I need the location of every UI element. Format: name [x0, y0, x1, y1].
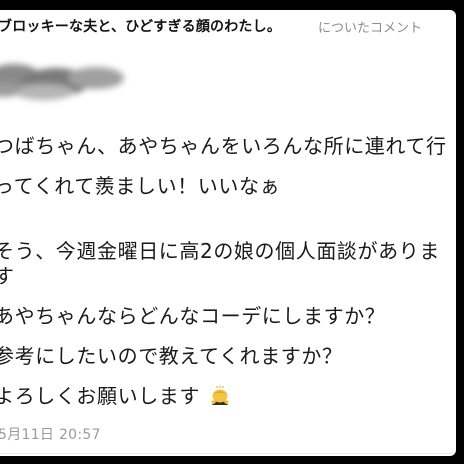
- comment-line: 参考にしたいので教えてくれますか？: [0, 344, 343, 368]
- comment-header: ブロッキーな夫と、ひどすぎる顔のわたし。 についたコメント: [0, 10, 456, 46]
- comment-line: ってくれて羨ましい！いいなぁ: [0, 174, 281, 198]
- comment-card: ブロッキーな夫と、ひどすぎる顔のわたし。 についたコメント つばちゃん、あやちゃ…: [0, 10, 456, 456]
- bowing-person-emoji-icon: [211, 385, 229, 405]
- divider: [0, 453, 456, 454]
- screenshot-frame: ブロッキーな夫と、ひどすぎる顔のわたし。 についたコメント つばちゃん、あやちゃ…: [0, 0, 464, 464]
- comment-line-text: よろしくお願いします: [0, 384, 200, 408]
- comment-line: あやちゃんならどんなコーデにしますか？: [0, 304, 386, 328]
- header-suffix: についたコメント: [318, 21, 423, 36]
- comment-line: す: [0, 264, 15, 288]
- comment-line: そう、今週金曜日に高2の娘の個人面談がありま: [0, 239, 440, 263]
- obscured-commenter-name: [0, 64, 124, 100]
- comment-timestamp: 5月11日 20:57: [0, 427, 101, 443]
- comment-line: つばちゃん、あやちゃんをいろんな所に連れて行: [0, 134, 447, 158]
- comment-line-last: よろしくお願いします: [0, 380, 231, 409]
- article-title-link[interactable]: ブロッキーな夫と、ひどすぎる顔のわたし。: [0, 16, 281, 36]
